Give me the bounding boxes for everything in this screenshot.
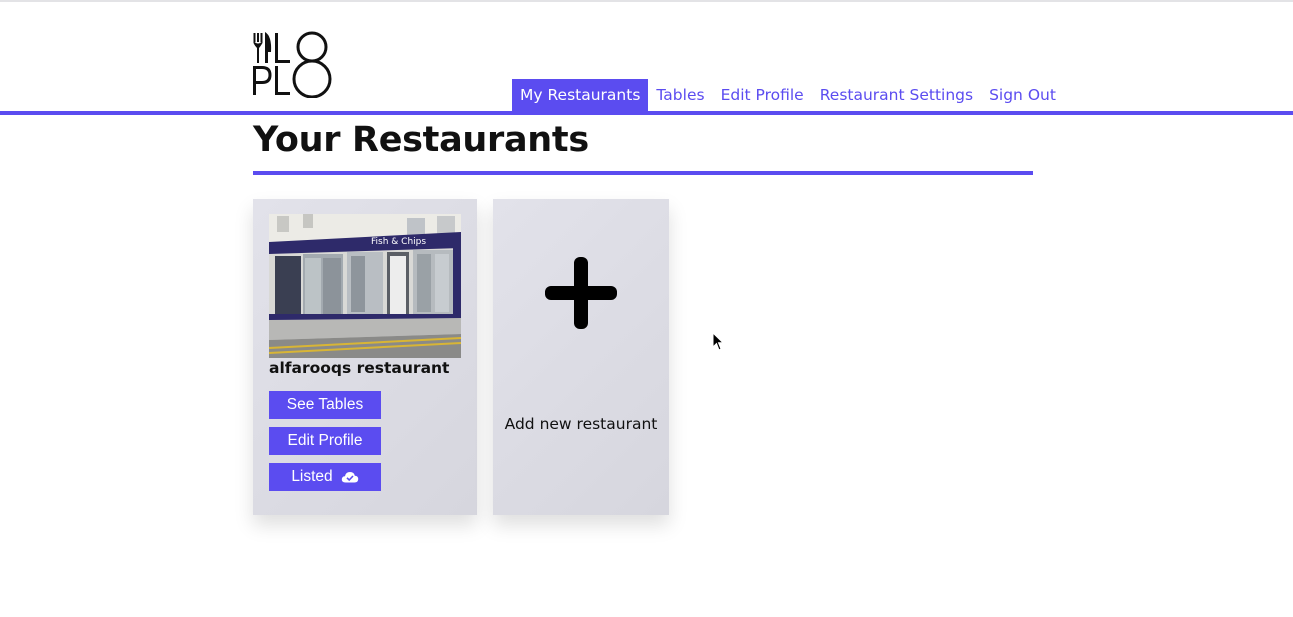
add-restaurant-card[interactable]: Add new restaurant bbox=[493, 199, 669, 515]
listed-label: Listed bbox=[291, 468, 333, 485]
title-divider bbox=[253, 171, 1033, 175]
mouse-cursor-icon bbox=[712, 332, 724, 351]
restaurant-photo[interactable]: Fish & Chips bbox=[269, 214, 461, 358]
nav-sign-out[interactable]: Sign Out bbox=[981, 79, 1064, 111]
see-tables-button[interactable]: See Tables bbox=[269, 391, 381, 419]
header-divider bbox=[0, 111, 1293, 115]
shop-sign: Fish & Chips bbox=[371, 237, 426, 247]
top-border bbox=[0, 0, 1293, 2]
edit-profile-button[interactable]: Edit Profile bbox=[269, 427, 381, 455]
nav-edit-profile[interactable]: Edit Profile bbox=[713, 79, 812, 111]
edit-profile-label: Edit Profile bbox=[287, 432, 363, 449]
main-nav: My Restaurants Tables Edit Profile Resta… bbox=[512, 79, 1064, 111]
plus-icon bbox=[545, 257, 617, 329]
nav-my-restaurants[interactable]: My Restaurants bbox=[512, 79, 649, 111]
restaurant-card: Fish & Chips alfarooqs restaurant See Ta… bbox=[253, 199, 477, 515]
app-logo[interactable] bbox=[253, 30, 335, 99]
add-restaurant-label: Add new restaurant bbox=[504, 415, 658, 433]
restaurant-name: alfarooqs restaurant bbox=[269, 359, 450, 377]
page-title: Your Restaurants bbox=[253, 120, 589, 160]
nav-restaurant-settings[interactable]: Restaurant Settings bbox=[812, 79, 981, 111]
cloud-check-icon bbox=[341, 472, 358, 483]
fork-knife-logo-icon bbox=[253, 31, 332, 99]
listed-toggle-button[interactable]: Listed bbox=[269, 463, 381, 491]
storefront-image: Fish & Chips bbox=[269, 214, 461, 358]
see-tables-label: See Tables bbox=[286, 396, 364, 413]
nav-tables[interactable]: Tables bbox=[648, 79, 712, 111]
